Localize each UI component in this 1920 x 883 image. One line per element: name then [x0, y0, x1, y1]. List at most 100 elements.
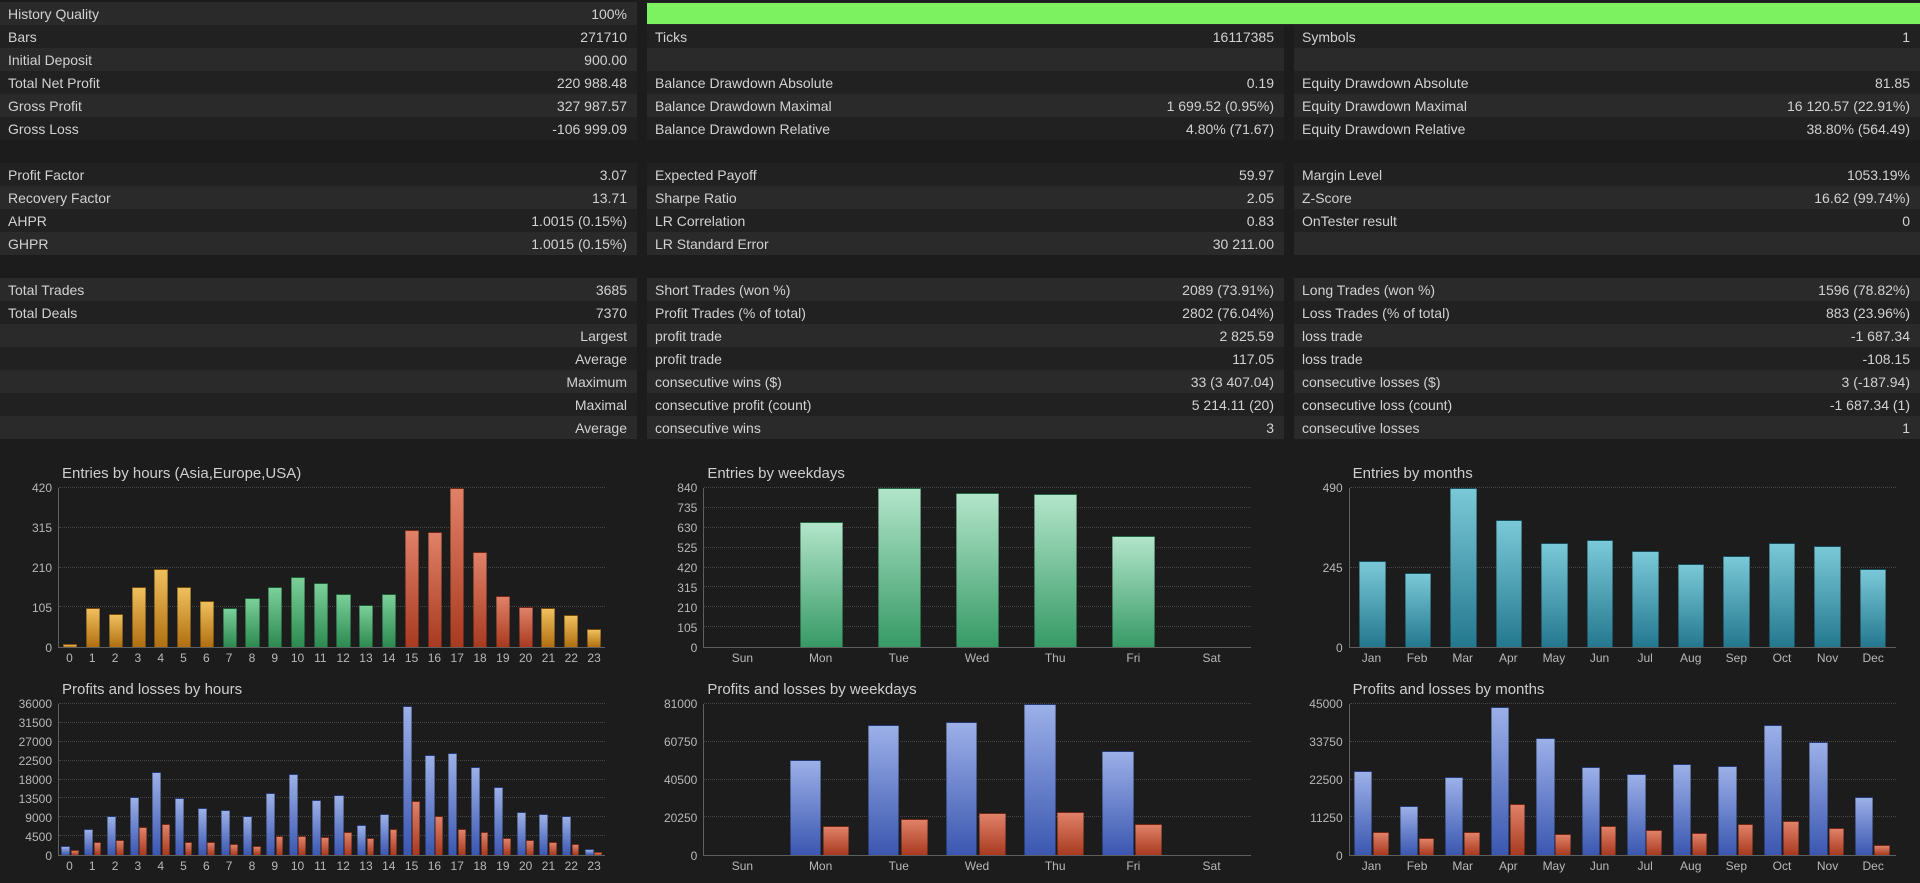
stat-label: Gross Loss	[8, 120, 79, 137]
x-axis-label: 2	[111, 651, 119, 665]
stat-cell: Average	[0, 347, 637, 370]
y-axis-tick-label: 45000	[1309, 697, 1343, 711]
x-axis-label: Thu	[1044, 859, 1066, 873]
chart-body: 0 11250 22500 33750 45000	[1297, 698, 1896, 862]
loss-bar	[1509, 804, 1526, 855]
y-axis: 0 105 210 315 420 525 630 735 840	[651, 482, 703, 654]
gridline	[59, 703, 606, 704]
chart-plot-area	[1348, 487, 1896, 648]
loss-bar	[116, 839, 125, 855]
y-axis-tick-label: 490	[1322, 481, 1343, 495]
entry-bar	[404, 530, 419, 647]
x-axis-label: 11	[314, 651, 327, 665]
y-axis: 0 20250 40500 60750 81000	[651, 698, 703, 862]
table-row: Average profit trade 117.05 loss trade -108.…	[0, 347, 1920, 370]
column-gap	[1284, 278, 1294, 301]
entry-bar	[427, 531, 442, 647]
stat-cell: Equity Drawdown Absolute 81.85	[1294, 71, 1920, 94]
x-axis-label: 0	[66, 859, 73, 873]
stat-value: 0.83	[1246, 212, 1274, 229]
stat-label: Initial Deposit	[8, 51, 93, 68]
profit-bar	[61, 845, 71, 855]
stat-label: consecutive loss (count)	[1302, 396, 1453, 413]
column-gap	[1284, 163, 1294, 186]
statistics-table: History Quality 100% Bars 271710 Ticks 161173…	[0, 0, 1920, 439]
y-axis-tick-label: 11250	[1310, 811, 1343, 825]
x-axis: Jan Feb Mar Apr May Jun Jul Aug Sep Oct Nov Dec	[1349, 648, 1896, 665]
stat-value: 59.97	[1238, 166, 1274, 183]
stat-value: 1	[1902, 419, 1910, 436]
y-axis-tick-label: 4500	[25, 830, 52, 844]
column-gap	[637, 94, 647, 117]
column-gap	[637, 301, 647, 324]
stat-value: Maximum	[566, 373, 627, 390]
chart-profits-and-losses-by-hours: Profits and losses by hours 0 4500 9000 1350…	[6, 681, 606, 873]
x-axis-label: Tue	[888, 651, 909, 665]
x-axis-label: Jun	[1589, 859, 1610, 873]
column-gap	[637, 209, 647, 232]
stat-label: GHPR	[8, 235, 49, 252]
loss-bar	[1057, 811, 1084, 855]
x-axis: 0 1 2 3 4 5 6 7 8 9 10 11 12 13 14 15 16 17 18 19 20 21 22 23	[58, 648, 605, 665]
entry-bar	[518, 607, 533, 647]
x-axis-label: Jan	[1361, 859, 1382, 873]
x-axis-label: Mar	[1452, 859, 1474, 873]
x-axis-label: 2	[111, 859, 119, 873]
loss-bar	[344, 831, 352, 855]
loss-bar	[1692, 832, 1708, 855]
stat-label: Margin Level	[1302, 166, 1383, 183]
profit-bar	[152, 771, 162, 855]
stat-cell: consecutive wins 3	[647, 416, 1284, 439]
table-row: Maximum consecutive wins ($) 33 (3 407.04)…	[0, 370, 1920, 393]
chart-profits-and-losses-by-months: Profits and losses by months 0 11250 22500 3…	[1297, 681, 1896, 873]
stat-label: Recovery Factor	[8, 189, 111, 206]
y-axis-tick-label: 245	[1322, 561, 1343, 575]
stat-label: Short Trades (won %)	[655, 281, 791, 298]
entry-bar	[313, 583, 328, 647]
table-row: Total Net Profit 220 988.48 Balance Drawdo…	[0, 71, 1920, 94]
gridline	[704, 487, 1251, 488]
stat-value: Maximal	[574, 396, 627, 413]
x-axis-label: Apr	[1498, 651, 1518, 665]
stat-value: 0	[1902, 212, 1910, 229]
loss-bar	[1373, 831, 1389, 855]
profit-bar	[106, 816, 116, 855]
gridline	[704, 740, 1251, 742]
entry-bar	[1632, 550, 1659, 647]
x-axis-label: Sun	[731, 651, 754, 665]
x-axis-label: 9	[271, 651, 279, 665]
chart-plot-area	[58, 487, 606, 648]
loss-bar	[1135, 824, 1162, 855]
profit-bar	[493, 787, 503, 855]
stat-label: Z-Score	[1302, 189, 1352, 206]
stat-value: 16117385	[1212, 28, 1274, 45]
loss-bar	[1600, 826, 1617, 855]
chart-body: 0 4500 9000 13500 18000 22500 27000 31500 36000	[6, 698, 606, 862]
loss-bar	[822, 826, 850, 855]
x-axis-label: 19	[496, 651, 510, 665]
stat-value: 327 987.57	[556, 97, 627, 114]
entry-bar	[359, 604, 374, 647]
y-axis-tick-label: 315	[31, 521, 52, 535]
column-gap	[1284, 393, 1294, 416]
loss-bar	[1646, 829, 1662, 855]
entry-bar	[199, 600, 215, 647]
x-axis-label: 10	[290, 859, 305, 873]
stat-value: 100%	[591, 5, 627, 22]
profit-bar	[175, 798, 185, 855]
profit-bar	[129, 797, 139, 855]
chart-title: Entries by hours (Asia,Europe,USA)	[62, 465, 302, 482]
column-gap	[1284, 117, 1294, 140]
table-row: History Quality 100%	[0, 2, 1920, 25]
x-axis-label: Sun	[731, 859, 754, 873]
stat-cell: LR Correlation 0.83	[647, 209, 1284, 232]
stat-label: Bars	[8, 28, 37, 45]
table-row: Bars 271710 Ticks 16117385 Symbols 1	[0, 25, 1920, 48]
entry-bar	[1586, 539, 1614, 647]
chart-title: Entries by months	[1352, 465, 1473, 482]
loss-bar	[1737, 824, 1754, 855]
stat-value: 33 (3 407.04)	[1190, 373, 1274, 390]
column-gap	[637, 393, 647, 416]
entry-bar	[382, 594, 397, 647]
y-axis: 0 11250 22500 33750 45000	[1297, 698, 1349, 862]
